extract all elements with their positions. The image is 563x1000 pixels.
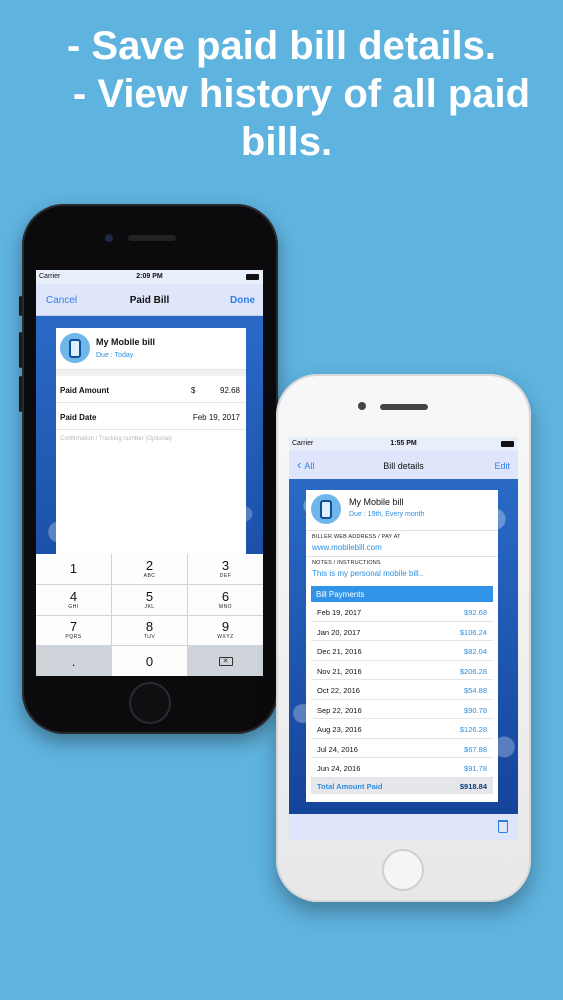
- key-7[interactable]: 7 PQRS: [36, 615, 111, 646]
- mobile-phone-icon: [60, 333, 90, 363]
- nav-title: Paid Bill: [129, 295, 170, 306]
- navbar: ‹ All Bill details Edit: [289, 451, 518, 479]
- headline-line-3: bills.: [240, 120, 333, 164]
- bill-details-screen: Carrier 1:55 PM ‹ All Bill details Edit M…: [289, 437, 518, 840]
- table-row[interactable]: Oct 22, 2016 $54.88: [311, 680, 493, 700]
- biller-link[interactable]: www.mobilebill.com: [306, 543, 498, 554]
- key-4[interactable]: 4 GHI: [36, 584, 111, 615]
- key-6[interactable]: 6 MNO: [188, 584, 263, 615]
- paid-amount-label: Paid Amount: [60, 386, 110, 395]
- headline: - Save paid bill details. - View history…: [0, 22, 563, 166]
- bill-details-card: My Mobile bill Due : 19th, Every month B…: [306, 490, 498, 802]
- table-row[interactable]: Jun 24, 2016 $91.78: [311, 758, 493, 778]
- payments-list: Feb 19, 2017 $92.68 Jan 20, 2017 $106.24 D…: [311, 602, 493, 778]
- home-button[interactable]: [129, 682, 171, 724]
- earpiece: [380, 404, 428, 410]
- phone-black: Carrier 2:09 PM Cancel Paid Bill Done My…: [19, 204, 278, 734]
- battery-icon: [246, 274, 259, 280]
- bill-header: My Mobile bill Due : 19th, Every month: [306, 490, 498, 528]
- front-camera: [105, 234, 113, 242]
- numeric-keypad: 1 2 ABC 3 DEF 4 GHI 5 JKL 6 MNO 7 PQRS 8 TUV 9W…: [36, 554, 263, 676]
- table-row[interactable]: Feb 19, 2017 $92.68: [311, 602, 493, 622]
- headline-line-1: - Save paid bill details.: [66, 24, 497, 68]
- backspace-icon: ✕: [218, 656, 233, 666]
- bill-header: My Mobile bill Due : Today: [56, 328, 246, 370]
- paid-bill-screen: Carrier 2:09 PM Cancel Paid Bill Done My…: [36, 270, 263, 676]
- key-3[interactable]: 3 DEF: [188, 554, 263, 584]
- key-backspace[interactable]: ✕: [188, 646, 263, 676]
- paid-amount-row[interactable]: Paid Amount $ 92.68: [56, 376, 246, 403]
- bottom-toolbar: [289, 814, 518, 840]
- key-0[interactable]: 0: [112, 646, 187, 676]
- volume-up-button: [19, 332, 22, 368]
- key-decimal[interactable]: .: [36, 646, 111, 676]
- paid-date-value[interactable]: Feb 19, 2017: [193, 413, 240, 422]
- status-time: 2:09 PM: [136, 273, 163, 280]
- table-row[interactable]: Dec 21, 2016 $82.04: [311, 641, 493, 661]
- key-9[interactable]: 9 WXYZ: [188, 615, 263, 646]
- status-time: 1:55 PM: [390, 440, 417, 447]
- key-2[interactable]: 2 ABC: [112, 554, 187, 584]
- table-row[interactable]: Sep 22, 2016 $90.78: [311, 700, 493, 719]
- navbar: Cancel Paid Bill Done: [36, 284, 263, 316]
- confirmation-input[interactable]: Confirmation / Tracking number (Optional…: [60, 436, 172, 442]
- table-row[interactable]: Aug 23, 2016 $126.28: [311, 719, 493, 739]
- bill-name: My Mobile bill: [349, 497, 404, 507]
- mute-switch: [19, 296, 22, 316]
- battery-icon: [501, 441, 514, 447]
- status-bar: Carrier 1:55 PM: [289, 437, 518, 451]
- bill-due: Due : Today: [96, 352, 134, 359]
- table-row[interactable]: Jan 20, 2017 $106.24: [311, 622, 493, 641]
- status-bar: Carrier 2:09 PM: [36, 270, 263, 284]
- paid-amount-input[interactable]: 92.68: [220, 386, 240, 395]
- notes-value: This is my personal mobile bill..: [312, 569, 424, 578]
- table-row[interactable]: Nov 21, 2016 $206.28: [311, 661, 493, 680]
- done-button[interactable]: Done: [230, 295, 255, 306]
- phone-white: Carrier 1:55 PM ‹ All Bill details Edit M…: [276, 374, 531, 902]
- earpiece: [128, 235, 176, 241]
- home-button[interactable]: [382, 849, 424, 891]
- mobile-phone-icon: [311, 494, 341, 524]
- edit-button[interactable]: Edit: [494, 461, 510, 471]
- front-camera: [358, 402, 366, 410]
- key-1[interactable]: 1: [36, 554, 111, 584]
- total-label: Total Amount Paid: [317, 781, 383, 791]
- total-value: $918.84: [459, 781, 487, 791]
- key-5[interactable]: 5 JKL: [112, 584, 187, 615]
- paid-bill-card: My Mobile bill Due : Today Paid Amount $…: [56, 328, 246, 562]
- currency-symbol: $: [191, 386, 196, 395]
- payments-header: Bill Payments: [311, 586, 493, 602]
- volume-down-button: [19, 376, 22, 412]
- bill-name: My Mobile bill: [96, 337, 156, 347]
- total-row: Total Amount Paid $918.84: [311, 777, 493, 794]
- paid-date-label: Paid Date: [60, 413, 97, 422]
- key-8[interactable]: 8 TUV: [112, 615, 187, 646]
- notes-label: NOTES / INSTRUCTIONS: [306, 556, 498, 566]
- paid-date-row[interactable]: Paid Date Feb 19, 2017: [56, 403, 246, 430]
- bill-due: Due : 19th, Every month: [349, 511, 425, 518]
- trash-icon[interactable]: [498, 820, 508, 833]
- headline-line-2: - View history of all paid: [72, 72, 531, 116]
- nav-title: Bill details: [383, 461, 424, 471]
- table-row[interactable]: Jul 24, 2016 $67.88: [311, 739, 493, 758]
- biller-label: BILLER WEB ADDRESS / PAY AT: [306, 530, 498, 540]
